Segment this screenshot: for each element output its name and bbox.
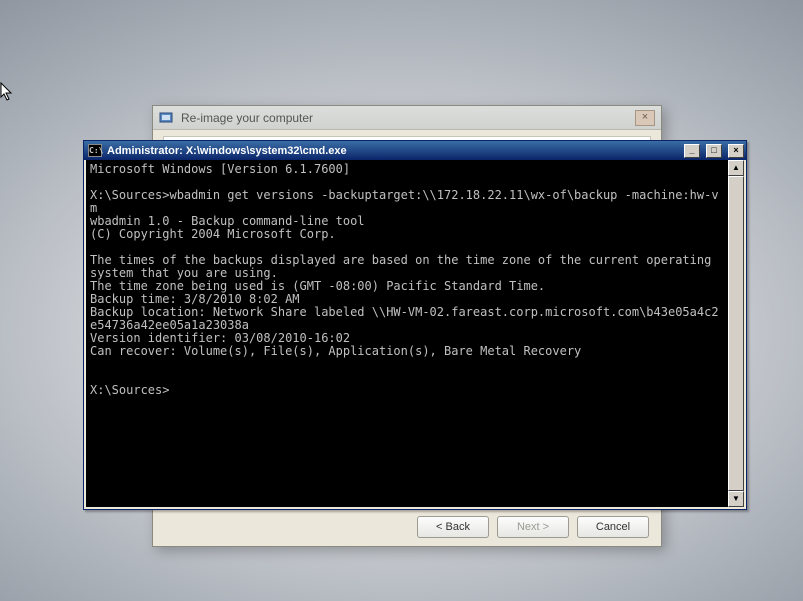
cmd-titlebar[interactable]: C:\ Administrator: X:\windows\system32\c… <box>84 141 746 160</box>
cmd-line: X:\Sources> <box>90 383 169 397</box>
maximize-button[interactable]: □ <box>706 144 722 158</box>
reimage-app-icon <box>159 111 175 125</box>
cmd-window: C:\ Administrator: X:\windows\system32\c… <box>83 140 747 510</box>
cmd-line: (C) Copyright 2004 Microsoft Corp. <box>90 227 336 241</box>
scroll-thumb[interactable] <box>728 176 744 491</box>
cursor-icon <box>0 82 14 102</box>
back-button[interactable]: < Back <box>417 516 489 538</box>
cmd-line: wbadmin 1.0 - Backup command-line tool <box>90 214 365 228</box>
reimage-title-text: Re-image your computer <box>181 111 313 125</box>
cmd-line: The time zone being used is (GMT -08:00)… <box>90 279 545 293</box>
cmd-line: Version identifier: 03/08/2010-16:02 <box>90 331 350 345</box>
reimage-titlebar[interactable]: Re-image your computer × <box>153 106 661 130</box>
close-button[interactable]: × <box>728 144 744 158</box>
minimize-button[interactable]: _ <box>684 144 700 158</box>
cmd-line: X:\Sources>wbadmin get versions -backupt… <box>90 188 719 215</box>
cmd-app-icon: C:\ <box>88 144 102 157</box>
reimage-button-row: < Back Next > Cancel <box>417 516 649 538</box>
cmd-line: Backup time: 3/8/2010 8:02 AM <box>90 292 300 306</box>
cmd-line: The times of the backups displayed are b… <box>90 253 719 280</box>
cmd-line: Backup location: Network Share labeled \… <box>90 305 719 332</box>
cancel-button[interactable]: Cancel <box>577 516 649 538</box>
cmd-line: Can recover: Volume(s), File(s), Applica… <box>90 344 581 358</box>
reimage-close-button[interactable]: × <box>635 110 655 126</box>
desktop-background: Re-image your computer × < Back Next > C… <box>0 0 803 601</box>
scroll-track[interactable] <box>728 176 744 491</box>
scroll-down-button[interactable]: ▼ <box>728 491 744 507</box>
scroll-up-button[interactable]: ▲ <box>728 160 744 176</box>
cmd-title-text: Administrator: X:\windows\system32\cmd.e… <box>107 145 678 157</box>
cmd-client-area: Microsoft Windows [Version 6.1.7600] X:\… <box>86 160 744 507</box>
cmd-scrollbar[interactable]: ▲ ▼ <box>728 160 744 507</box>
next-button[interactable]: Next > <box>497 516 569 538</box>
cmd-output[interactable]: Microsoft Windows [Version 6.1.7600] X:\… <box>86 160 728 507</box>
cmd-line: Microsoft Windows [Version 6.1.7600] <box>90 162 350 176</box>
